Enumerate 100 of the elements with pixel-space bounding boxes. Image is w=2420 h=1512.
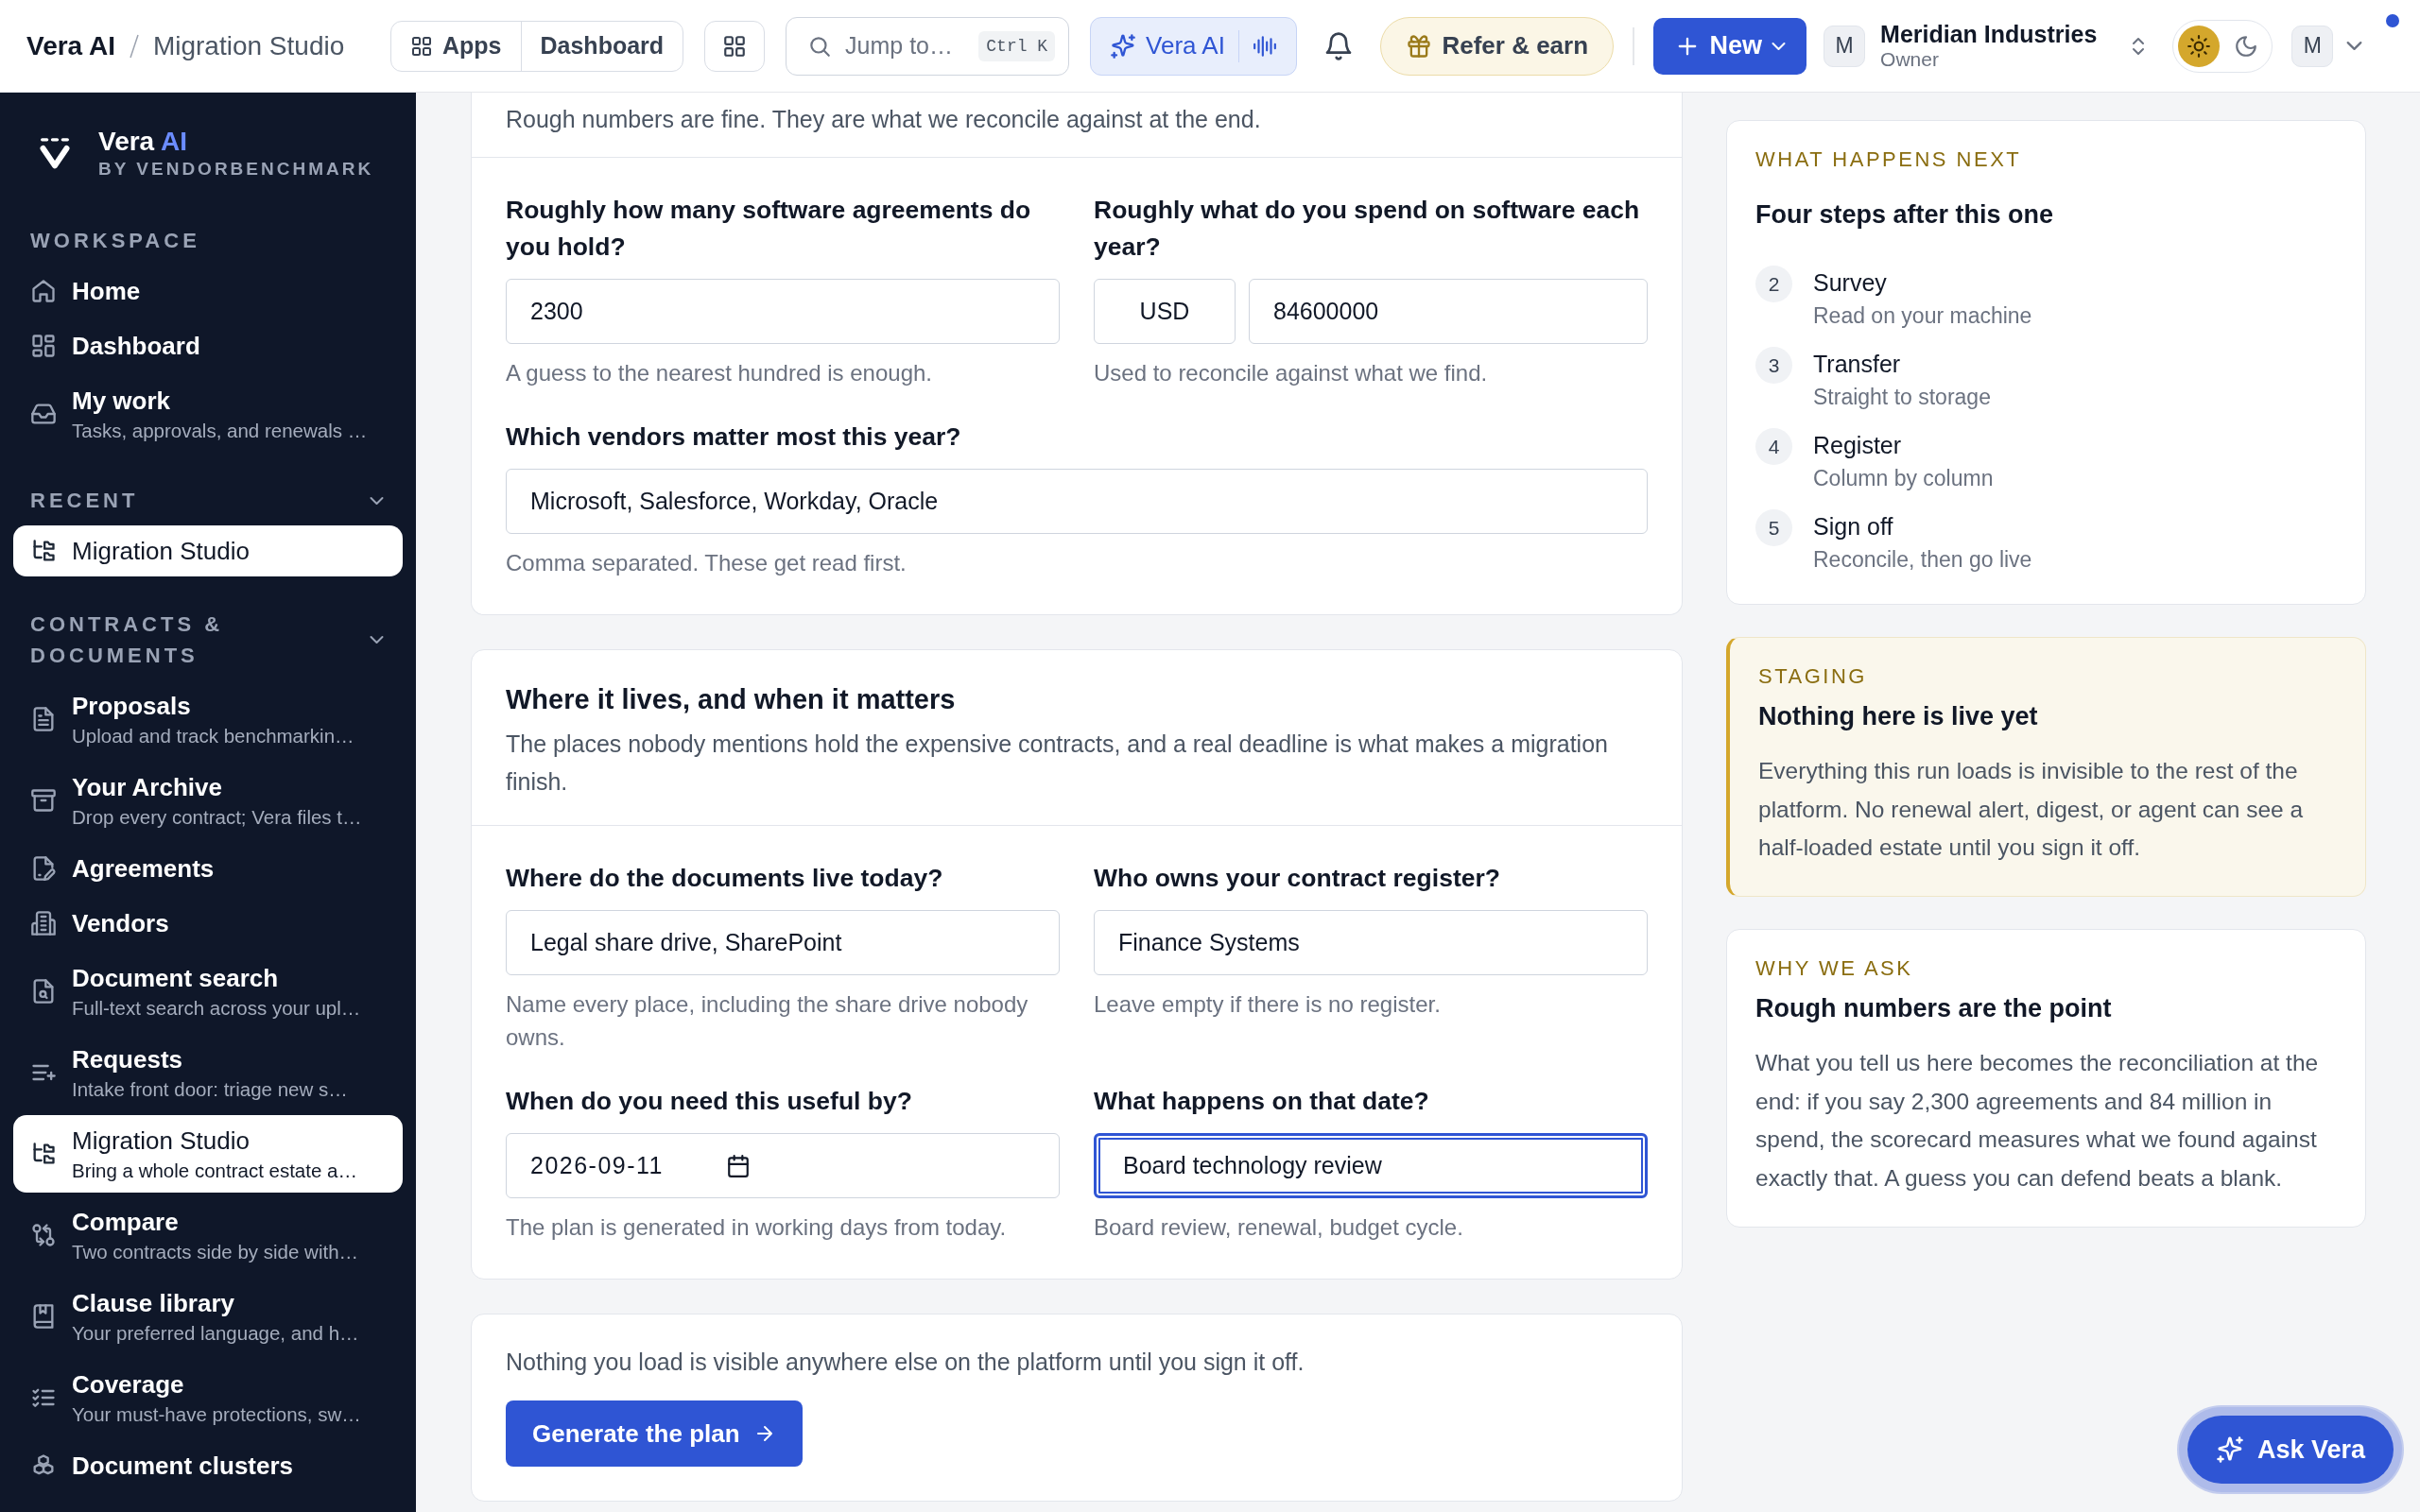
currency-field[interactable]: USD bbox=[1094, 279, 1236, 345]
search-field[interactable]: Jump to… Ctrl K bbox=[786, 16, 1070, 76]
field-label: When do you need this useful by? bbox=[506, 1086, 913, 1118]
input-field[interactable]: Legal share drive, SharePoint bbox=[506, 910, 1060, 976]
sidebar-item[interactable]: Your Archive Drop every contract; Vera files t… bbox=[13, 762, 403, 839]
step-description: Read on your machine bbox=[1813, 302, 2032, 330]
ask-vera-button[interactable]: Ask Vera bbox=[2187, 1416, 2394, 1484]
item-title: Requests bbox=[72, 1044, 184, 1075]
field-hint: Name every place, including the share drive nobody owns. bbox=[506, 990, 1029, 1053]
card-description: Rough numbers are fine. They are what we reconcile against at the end. bbox=[506, 105, 1262, 134]
breadcrumb-link[interactable]: Vera AI bbox=[26, 30, 115, 61]
org-role: Owner bbox=[1880, 48, 1940, 71]
sidebar-item[interactable]: Home bbox=[13, 266, 403, 317]
input-field[interactable]: Microsoft, Salesforce, Workday, Oracle bbox=[506, 469, 1648, 535]
card-note: Nothing you load is visible anywhere else on the platform until you sign it off. bbox=[506, 1349, 1305, 1377]
user-avatar[interactable]: M bbox=[2291, 25, 2334, 67]
field-hint: Comma separated. These get read first. bbox=[506, 549, 908, 578]
brand-name: Vera AI bbox=[98, 127, 188, 157]
field-hint: Used to reconcile against what we find. bbox=[1094, 359, 1489, 388]
breadcrumb-current: Migration Studio bbox=[152, 30, 345, 61]
sidebar-item[interactable]: Migration Studio Bring a whole contract estate a… bbox=[13, 1115, 403, 1193]
refer-button[interactable]: Refer & earn bbox=[1380, 16, 1615, 76]
sidebar-item[interactable]: Coverage Your must-have protections, sw… bbox=[13, 1359, 403, 1436]
item-description: Your preferred language, and h… bbox=[72, 1321, 359, 1346]
new-button[interactable]: New bbox=[1652, 17, 1807, 75]
org-avatar: M bbox=[1824, 25, 1866, 67]
field-hint: Leave empty if there is no register. bbox=[1094, 990, 1442, 1020]
input-field[interactable]: 84600000 bbox=[1249, 279, 1648, 345]
field-label: What happens on that date? bbox=[1094, 1086, 1430, 1118]
item-title: Home bbox=[72, 276, 141, 307]
sidebar-item[interactable]: Clause library Your preferred language, and h… bbox=[13, 1278, 403, 1355]
item-title: Dashboard bbox=[72, 331, 200, 362]
step-title: Survey bbox=[1813, 268, 1888, 298]
section-heading: WORKSPACE bbox=[30, 228, 200, 254]
item-title: Migration Studio bbox=[72, 1125, 251, 1157]
step-description: Column by column bbox=[1813, 465, 1994, 492]
step-title: Transfer bbox=[1813, 350, 1902, 379]
item-description: Bring a whole contract estate a… bbox=[72, 1159, 357, 1183]
card-title: Four steps after this one bbox=[1755, 200, 2055, 230]
sidebar-item[interactable]: Dashboard bbox=[13, 320, 403, 371]
item-description: Your must-have protections, sw… bbox=[72, 1402, 361, 1427]
generate-plan-button[interactable]: Generate the plan bbox=[506, 1400, 803, 1468]
field-label: Who owns your contract register? bbox=[1094, 863, 1501, 895]
item-title: Document search bbox=[72, 963, 280, 994]
org-name[interactable]: Meridian Industries bbox=[1880, 21, 2098, 48]
card-title: Where it lives, and when it matters bbox=[506, 684, 957, 716]
step-number: 3 bbox=[1755, 347, 1792, 384]
input-field[interactable]: 2300 bbox=[506, 279, 1060, 345]
item-title: Agreements bbox=[72, 853, 215, 885]
field-hint: The plan is generated in working days from today. bbox=[506, 1213, 1008, 1243]
card-eyebrow: WHAT HAPPENS NEXT bbox=[1755, 147, 2023, 172]
shortcut-hint: Ctrl K bbox=[978, 30, 1056, 61]
item-title: Coverage bbox=[72, 1369, 185, 1400]
sidebar-item[interactable]: Proposals Upload and track benchmarkin… bbox=[13, 680, 403, 758]
card-description: The places nobody mentions hold the expensive contracts, and a real deadline is what makes a migration finish. bbox=[506, 730, 1609, 798]
sidebar-item[interactable]: Document clusters bbox=[13, 1440, 403, 1491]
step-number: 4 bbox=[1755, 428, 1792, 465]
card-title: Rough numbers are the point bbox=[1755, 993, 2113, 1023]
step-description: Reconcile, then go live bbox=[1813, 546, 2032, 574]
step-description: Straight to storage bbox=[1813, 384, 1991, 411]
sidebar-item[interactable]: My work Tasks, approvals, and renewals … bbox=[13, 375, 403, 453]
sidebar-item[interactable]: Compare Two contracts side by side with… bbox=[13, 1196, 403, 1274]
field-hint: Board review, renewal, budget cycle. bbox=[1094, 1213, 1464, 1243]
field-label: Where do the documents live today? bbox=[506, 863, 944, 895]
sidebar-item[interactable]: Requests Intake front door: triage new s… bbox=[13, 1034, 403, 1111]
item-title: Proposals bbox=[72, 691, 192, 722]
item-title: Migration Studio bbox=[72, 536, 250, 567]
item-description: Upload and track benchmarkin… bbox=[72, 724, 354, 748]
nav-button[interactable]: Dashboard bbox=[520, 21, 683, 71]
item-title: Document clusters bbox=[72, 1451, 294, 1482]
assistant-button[interactable]: Vera AI bbox=[1090, 16, 1298, 76]
input-field[interactable]: Finance Systems bbox=[1094, 910, 1648, 976]
card-eyebrow: STAGING bbox=[1758, 664, 1868, 689]
field-label: Roughly how many software agreements do you hold? bbox=[506, 195, 1032, 264]
sidebar-item[interactable]: Vendors bbox=[13, 898, 403, 949]
input-field[interactable]: Board technology review bbox=[1094, 1133, 1648, 1199]
brand-byline: BY VENDORBENCHMARK bbox=[98, 159, 374, 180]
item-description: Full-text search across your upl… bbox=[72, 996, 361, 1021]
item-description: Tasks, approvals, and renewals … bbox=[72, 419, 368, 443]
item-description: Drop every contract; Vera files t… bbox=[72, 805, 362, 830]
card-eyebrow: WHY WE ASK bbox=[1755, 955, 1914, 981]
item-description: Intake front door: triage new s… bbox=[72, 1077, 348, 1102]
section-heading: RECENT bbox=[30, 488, 139, 514]
item-title: Compare bbox=[72, 1207, 180, 1238]
item-title: Vendors bbox=[72, 908, 169, 939]
card-body: Everything this run loads is invisible to the rest of the platform. No renewal alert, digest, or agent can see a half-loaded estate until you sign it off. bbox=[1758, 757, 2305, 863]
item-title: Your Archive bbox=[72, 772, 223, 803]
step-title: Register bbox=[1813, 431, 1903, 460]
item-description: Two contracts side by side with… bbox=[72, 1240, 359, 1264]
step-number: 5 bbox=[1755, 509, 1792, 546]
sidebar-item[interactable]: Document search Full-text search across your upl… bbox=[13, 953, 403, 1030]
date-field[interactable]: 2026-09-11 bbox=[506, 1133, 1060, 1199]
item-title: Clause library bbox=[72, 1288, 235, 1319]
nav-button[interactable]: Apps bbox=[391, 21, 521, 71]
sidebar-item[interactable]: Migration Studio bbox=[13, 525, 403, 576]
sidebar-item[interactable]: Agreements bbox=[13, 843, 403, 894]
field-label: Which vendors matter most this year? bbox=[506, 421, 962, 454]
card-body: What you tell us here becomes the reconciliation at the end: if you say 2,300 agreements and 84 million in spend, the scorecard measures what we found against exactly that. A guess you can defend beats a blank. bbox=[1755, 1048, 2320, 1193]
section-heading: CONTRACTS & DOCUMENTS bbox=[30, 611, 225, 669]
field-hint: A guess to the nearest hundred is enough. bbox=[506, 359, 933, 388]
